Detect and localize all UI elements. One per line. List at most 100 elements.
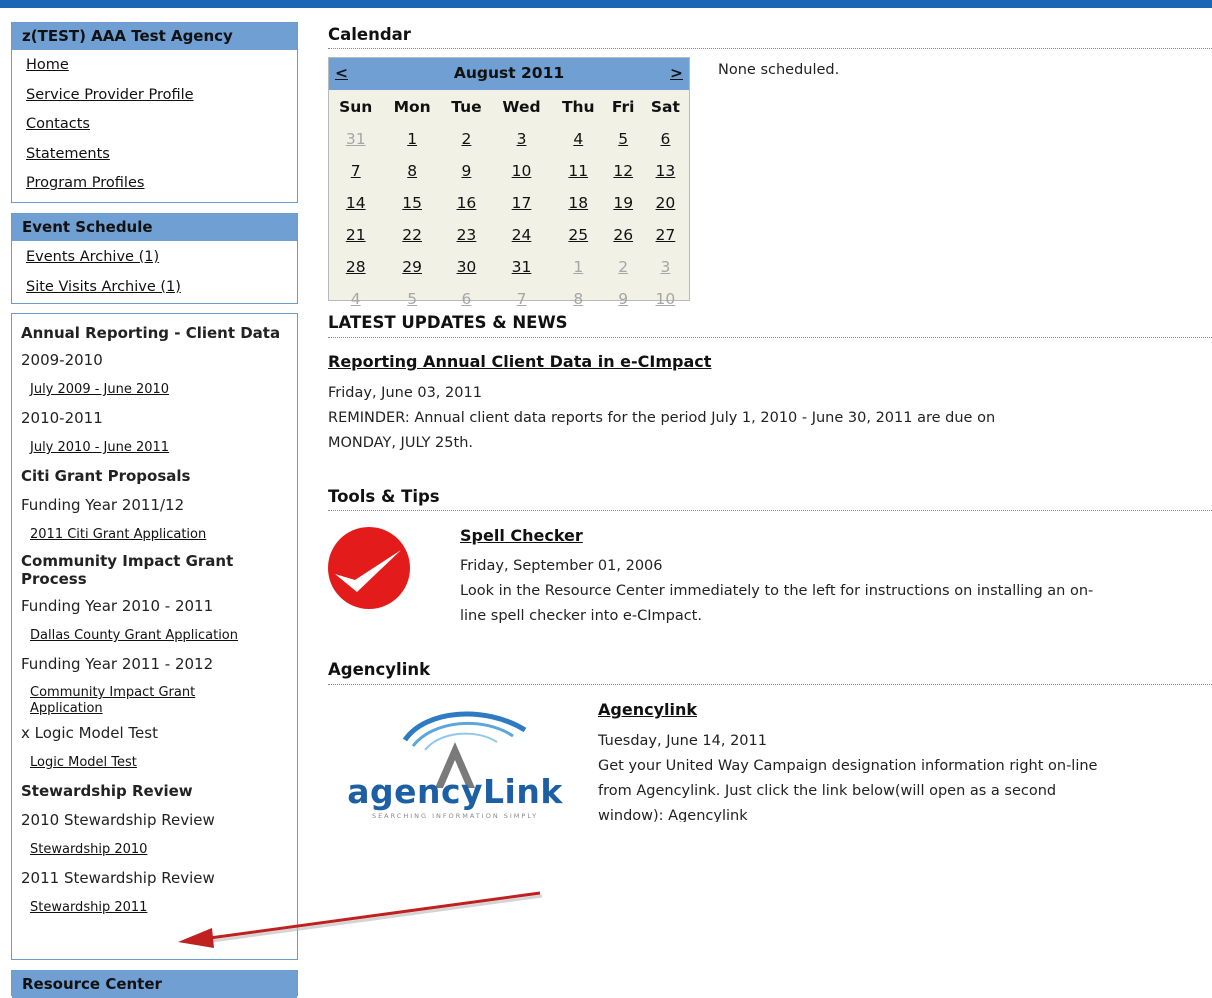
july-2010-june-2011-link[interactable]: July 2010 - June 2011 bbox=[12, 433, 297, 462]
calendar-days: 31 1 2 3 4 5 6 7 8 9 10 11 12 13 14 15 16 17 18 19 20 21 22 23 2… bbox=[329, 123, 689, 315]
citi-grant-application-link[interactable]: 2011 Citi Grant Application bbox=[12, 520, 297, 549]
calendar-day-link[interactable]: 28 bbox=[346, 258, 366, 276]
calendar-day-cell: 1 bbox=[382, 123, 441, 155]
stewardship-2010-label: 2010 Stewardship Review bbox=[21, 811, 215, 829]
calendar-header: < August 2011 > bbox=[329, 58, 689, 90]
news-headline-link[interactable]: Reporting Annual Client Data in e-CImpac… bbox=[328, 352, 711, 371]
calendar-day-link[interactable]: 20 bbox=[656, 194, 676, 212]
calendar-day-cell: 21 bbox=[329, 219, 382, 251]
news-date: Friday, June 03, 2011 bbox=[328, 385, 482, 401]
stewardship-2010-link[interactable]: Stewardship 2010 bbox=[12, 835, 297, 864]
nav-service-provider-profile-link[interactable]: Service Provider Profile bbox=[12, 81, 297, 111]
calendar-day-link[interactable]: 27 bbox=[656, 226, 676, 244]
calendar-week-row: 14 15 16 17 18 19 20 bbox=[329, 187, 689, 219]
calendar-day-cell: 31 bbox=[329, 123, 382, 155]
calendar-day-cell: 8 bbox=[382, 155, 441, 187]
calendar-day-cell: 5 bbox=[605, 123, 642, 155]
calendar-day-link[interactable]: 29 bbox=[402, 258, 422, 276]
news-body-line-2: MONDAY, JULY 25th. bbox=[328, 435, 473, 451]
stewardship-2011-link[interactable]: Stewardship 2011 bbox=[12, 893, 297, 922]
site-visits-archive-link[interactable]: Site Visits Archive (1) bbox=[12, 273, 297, 303]
calendar-day-link[interactable]: 4 bbox=[573, 130, 583, 148]
calendar-month-title: August 2011 bbox=[453, 64, 565, 82]
calendar-day-link[interactable]: 19 bbox=[613, 194, 633, 212]
agencylink-section-title: Agencylink bbox=[328, 660, 431, 679]
calendar-day-link[interactable]: 10 bbox=[656, 290, 676, 308]
calendar-day-cell: 20 bbox=[642, 187, 689, 219]
events-archive-link[interactable]: Events Archive (1) bbox=[12, 243, 297, 273]
calendar-day-link[interactable]: 5 bbox=[618, 130, 628, 148]
calendar-day-link[interactable]: 4 bbox=[351, 290, 361, 308]
nav-home-link[interactable]: Home bbox=[12, 51, 297, 81]
calendar-day-link[interactable]: 2 bbox=[461, 130, 471, 148]
calendar-day-cell: 24 bbox=[491, 219, 552, 251]
calendar-day-link[interactable]: 31 bbox=[512, 258, 532, 276]
spell-checker-link[interactable]: Spell Checker bbox=[460, 526, 583, 545]
calendar-day-link[interactable]: 12 bbox=[613, 162, 633, 180]
calendar-day-link[interactable]: 30 bbox=[457, 258, 477, 276]
calendar-day-link[interactable]: 21 bbox=[346, 226, 366, 244]
calendar-day-link[interactable]: 18 bbox=[568, 194, 588, 212]
calendar-day-link[interactable]: 9 bbox=[461, 162, 471, 180]
calendar-week-row: 7 8 9 10 11 12 13 bbox=[329, 155, 689, 187]
calendar-day-link[interactable]: 16 bbox=[457, 194, 477, 212]
calendar-day-cell: 13 bbox=[642, 155, 689, 187]
calendar-day-cell: 6 bbox=[642, 123, 689, 155]
calendar-day-link[interactable]: 8 bbox=[573, 290, 583, 308]
calendar-day-cell: 14 bbox=[329, 187, 382, 219]
agencylink-date: Tuesday, June 14, 2011 bbox=[598, 733, 767, 749]
funding-year-2011-2012-label: Funding Year 2011 - 2012 bbox=[21, 655, 214, 673]
dallas-county-grant-link[interactable]: Dallas County Grant Application bbox=[12, 621, 297, 650]
reporting-box: Annual Reporting - Client Data 2009-2010… bbox=[11, 313, 298, 960]
calendar-day-cell: 2 bbox=[442, 123, 491, 155]
calendar-day-link[interactable]: 9 bbox=[618, 290, 628, 308]
calendar-day-link[interactable]: 26 bbox=[613, 226, 633, 244]
calendar-day-link[interactable]: 14 bbox=[346, 194, 366, 212]
calendar-week-row: 28 29 30 31 1 2 3 bbox=[329, 251, 689, 283]
calendar-day-cell: 2 bbox=[605, 251, 642, 283]
nav-statements-link[interactable]: Statements bbox=[12, 140, 297, 170]
checkmark-icon bbox=[327, 526, 411, 610]
calendar-day-link[interactable]: 15 bbox=[402, 194, 422, 212]
calendar-day-link[interactable]: 22 bbox=[402, 226, 422, 244]
calendar-day-link[interactable]: 8 bbox=[407, 162, 417, 180]
nav-contacts-link[interactable]: Contacts bbox=[12, 110, 297, 140]
calendar-day-cell: 15 bbox=[382, 187, 441, 219]
calendar-day-link[interactable]: 23 bbox=[457, 226, 477, 244]
calendar-day-cell: 22 bbox=[382, 219, 441, 251]
calendar-day-link[interactable]: 3 bbox=[517, 130, 527, 148]
community-impact-grant-application-link[interactable]: Community Impact Grant Application bbox=[12, 679, 230, 719]
calendar-day-link[interactable]: 31 bbox=[346, 130, 366, 148]
event-schedule-box: Event Schedule Events Archive (1) Site V… bbox=[11, 213, 298, 304]
calendar-day-link[interactable]: 7 bbox=[351, 162, 361, 180]
calendar-weekday-row: Sun Mon Tue Wed Thu Fri Sat bbox=[329, 90, 689, 123]
agency-nav-box: z(TEST) AAA Test Agency Home Service Pro… bbox=[11, 22, 298, 203]
calendar-next-button[interactable]: > bbox=[670, 64, 683, 82]
calendar-day-link[interactable]: 7 bbox=[517, 290, 527, 308]
calendar-day-link[interactable]: 2 bbox=[618, 258, 628, 276]
calendar-day-link[interactable]: 24 bbox=[512, 226, 532, 244]
funding-year-2011-12-label: Funding Year 2011/12 bbox=[21, 496, 185, 514]
calendar-day-link[interactable]: 3 bbox=[660, 258, 670, 276]
calendar-day-link[interactable]: 13 bbox=[656, 162, 676, 180]
calendar-day-link[interactable]: 1 bbox=[573, 258, 583, 276]
calendar-day-link[interactable]: 11 bbox=[568, 162, 588, 180]
calendar-day-link[interactable]: 25 bbox=[568, 226, 588, 244]
weekday-label: Thu bbox=[561, 97, 595, 116]
calendar-day-link[interactable]: 17 bbox=[512, 194, 532, 212]
calendar-day-link[interactable]: 5 bbox=[407, 290, 417, 308]
weekday-label: Fri bbox=[611, 97, 635, 116]
calendar-day-link[interactable]: 1 bbox=[407, 130, 417, 148]
divider bbox=[328, 48, 1212, 49]
agencylink-logo-text: agencyLink bbox=[347, 772, 563, 811]
calendar-day-link[interactable]: 10 bbox=[512, 162, 532, 180]
news-body-line-1: REMINDER: Annual client data reports for… bbox=[328, 410, 996, 426]
agencylink-headline-link[interactable]: Agencylink bbox=[598, 700, 697, 719]
nav-program-profiles-link[interactable]: Program Profiles bbox=[12, 169, 297, 199]
logic-model-test-link[interactable]: Logic Model Test bbox=[12, 748, 297, 777]
calendar-day-cell: 3 bbox=[491, 123, 552, 155]
calendar-day-link[interactable]: 6 bbox=[461, 290, 471, 308]
july-2009-june-2010-link[interactable]: July 2009 - June 2010 bbox=[12, 375, 297, 404]
calendar-day-link[interactable]: 6 bbox=[660, 130, 670, 148]
calendar-section-title: Calendar bbox=[328, 25, 411, 44]
